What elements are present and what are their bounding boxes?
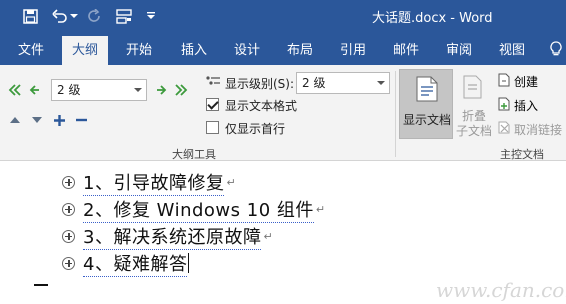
collapse-subdocuments-button[interactable]: 折叠 子文档 [455,69,493,139]
unlink-icon [498,121,511,137]
outline-line[interactable]: 3、解决系统还原故障 ↵ [62,223,273,250]
paragraph-mark-icon: ↵ [226,175,236,189]
end-of-document-marker [34,284,48,286]
undo-dropdown-icon[interactable] [68,6,80,26]
tab-layout[interactable]: 布局 [277,36,323,65]
show-text-format-checkbox[interactable] [206,98,219,111]
create-subdocument-button[interactable]: 创建 [498,71,538,91]
promote-to-heading1-icon[interactable] [6,81,24,99]
create-icon [498,73,510,90]
undo-icon[interactable] [50,6,70,26]
watermark: www.cfan.com.cn [436,278,566,302]
expand-plus-icon[interactable] [62,229,75,243]
chevron-down-icon [134,88,142,92]
show-level-select[interactable]: 2 级 [296,72,390,94]
show-level-icon [204,74,222,90]
paragraph-mark-icon: ↵ [263,229,273,243]
outline-line-text: 1、引导故障修复 [83,169,225,196]
outline-tools-group-label: 大纲工具 [172,148,216,161]
tab-view[interactable]: 视图 [489,36,535,65]
fold-label-line2: 子文档 [456,124,493,138]
word-window: 大话题.docx - Word 文件 大纲 开始 插入 设计 布局 引用 邮件 … [0,0,566,304]
print-layout-icon[interactable] [114,6,134,26]
show-first-line-checkbox[interactable] [206,121,219,134]
save-icon[interactable] [20,6,40,26]
window-title: 大话题.docx - Word [372,11,493,26]
tab-mailings[interactable]: 邮件 [383,36,429,65]
show-document-label: 显示文档 [403,113,452,127]
show-level-label: 显示级别(S): [225,77,295,91]
expand-plus-icon[interactable] [62,202,75,216]
tab-insert[interactable]: 插入 [171,36,217,65]
insert-subdocument-button[interactable]: 插入 [498,95,538,115]
outline-line[interactable]: 4、疑难解答 [62,250,190,277]
move-up-icon[interactable] [8,113,22,127]
ribbon-tab-bar: 文件 大纲 开始 插入 设计 布局 引用 邮件 审阅 视图 [0,33,566,65]
create-label: 创建 [514,74,539,89]
title-bar: 大话题.docx - Word [0,0,566,33]
subdocument-icon [463,75,485,103]
text-cursor [188,253,190,273]
tab-outline[interactable]: 大纲 [62,36,108,65]
outline-line-text: 3、解决系统还原故障 [83,223,262,250]
outline-level-value: 2 级 [57,83,81,97]
document-area[interactable]: 1、引导故障修复 ↵ 2、修复 Windows 10 组件 ↵ 3、解决系统还原… [0,162,566,304]
insert-label: 插入 [514,98,539,113]
promote-icon[interactable] [26,81,44,99]
redo-icon[interactable] [84,6,104,26]
customize-qat-icon[interactable] [144,6,158,26]
show-document-button[interactable]: 显示文档 [399,69,453,139]
demote-icon[interactable] [152,81,170,99]
unlink-label: 取消链接 [514,122,563,137]
move-down-icon[interactable] [30,113,44,127]
group-divider [395,71,396,157]
tab-design[interactable]: 设计 [224,36,270,65]
lightbulb-icon[interactable] [550,41,562,61]
outline-line-text: 2、修复 Windows 10 组件 [83,196,314,223]
expand-icon[interactable] [52,113,66,127]
tab-file[interactable]: 文件 [8,36,54,65]
tab-home[interactable]: 开始 [116,36,162,65]
document-icon [416,76,438,106]
expand-plus-icon[interactable] [62,175,75,189]
insert-document-icon [498,97,510,114]
show-level-value: 2 级 [302,76,326,90]
master-document-group-label: 主控文档 [500,148,544,161]
collapse-icon[interactable] [74,113,88,127]
demote-to-body-icon[interactable] [172,81,190,99]
ribbon-panel: 2 级 显示级别(S): 2 级 显示文本格式 仅显示首行 大纲工具 显示文档 … [0,65,566,161]
outline-line-text: 4、疑难解答 [83,250,188,277]
show-first-line-label: 仅显示首行 [225,122,286,136]
outline-line[interactable]: 1、引导故障修复 ↵ [62,169,236,196]
tab-review[interactable]: 审阅 [436,36,482,65]
expand-plus-icon[interactable] [62,256,75,270]
chevron-down-icon [377,81,385,85]
paragraph-mark-icon: ↵ [315,202,326,216]
show-text-format-label: 显示文本格式 [225,99,298,113]
outline-line[interactable]: 2、修复 Windows 10 组件 ↵ [62,196,326,223]
unlink-subdocument-button[interactable]: 取消链接 [498,119,562,139]
tab-references[interactable]: 引用 [330,36,376,65]
outline-level-select[interactable]: 2 级 [51,79,147,101]
